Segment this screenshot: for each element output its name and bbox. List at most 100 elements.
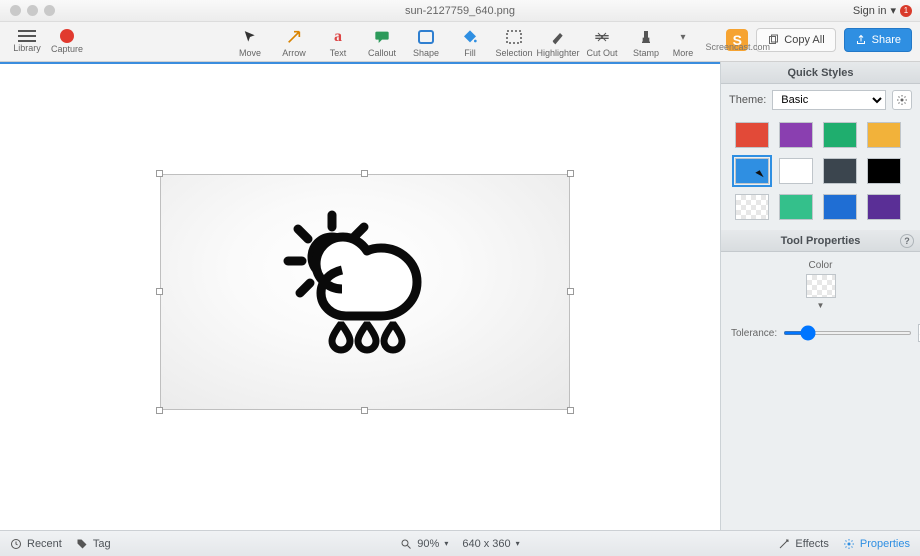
- selection-icon: [505, 28, 523, 46]
- tool-label: Cut Out: [586, 48, 617, 58]
- swatch-blue[interactable]: [823, 194, 857, 220]
- tool-label: Highlighter: [536, 48, 579, 58]
- dimensions-control[interactable]: 640 x 360 ▾: [462, 538, 519, 550]
- tool-selection[interactable]: Selection: [492, 25, 536, 58]
- swatch-transparent[interactable]: [735, 194, 769, 220]
- capture-button[interactable]: Capture: [46, 29, 88, 54]
- theme-select[interactable]: Basic: [772, 90, 886, 110]
- resize-handle[interactable]: [156, 170, 163, 177]
- share-icon: [855, 34, 867, 46]
- color-swatches: [721, 116, 920, 230]
- effects-button[interactable]: Effects: [778, 538, 828, 550]
- library-label: Library: [13, 43, 41, 53]
- zoom-value: 90%: [417, 538, 439, 550]
- properties-button[interactable]: Properties: [843, 538, 910, 550]
- resize-handle[interactable]: [361, 170, 368, 177]
- properties-label: Properties: [860, 538, 910, 550]
- screencast-label: Screencast.com: [705, 42, 770, 52]
- resize-handle[interactable]: [156, 407, 163, 414]
- tool-more[interactable]: ▾ More: [668, 25, 698, 58]
- tool-label: Callout: [368, 48, 396, 58]
- quick-styles-title: Quick Styles: [721, 62, 920, 84]
- tool-label: Selection: [495, 48, 532, 58]
- chevron-down-icon[interactable]: ▼: [817, 301, 825, 310]
- right-panel: Quick Styles Theme: Basic Tool Propertie…: [720, 62, 920, 530]
- swatch-selected[interactable]: [735, 158, 769, 184]
- highlighter-icon: [549, 28, 567, 46]
- move-icon: [241, 28, 259, 46]
- fill-icon: [461, 28, 479, 46]
- resize-handle[interactable]: [156, 288, 163, 295]
- tool-move[interactable]: Move: [228, 25, 272, 58]
- chevron-down-icon: ▾: [444, 539, 448, 548]
- tool-label: Move: [239, 48, 261, 58]
- tool-label: Text: [330, 48, 347, 58]
- panel-title-label: Tool Properties: [781, 235, 861, 247]
- tool-label: More: [673, 48, 694, 58]
- color-picker[interactable]: [806, 274, 836, 298]
- swatch-darkgray[interactable]: [823, 158, 857, 184]
- resize-handle[interactable]: [567, 170, 574, 177]
- tolerance-slider[interactable]: [783, 331, 912, 335]
- dimensions-value: 640 x 360: [462, 538, 510, 550]
- capture-label: Capture: [51, 44, 83, 54]
- tool-label: Shape: [413, 48, 439, 58]
- share-button[interactable]: Share: [844, 28, 912, 52]
- tool-fill[interactable]: Fill: [448, 25, 492, 58]
- capture-icon: [60, 29, 74, 43]
- swatch-black[interactable]: [867, 158, 901, 184]
- copy-all-label: Copy All: [784, 34, 824, 46]
- tool-shape[interactable]: Shape: [404, 25, 448, 58]
- tool-label: Stamp: [633, 48, 659, 58]
- status-bar: Recent Tag 90% ▾ 640 x 360 ▾ Effects Pro…: [0, 530, 920, 556]
- callout-icon: [373, 28, 391, 46]
- swatch-purple[interactable]: [779, 122, 813, 148]
- swatch-yellow[interactable]: [867, 122, 901, 148]
- tool-cutout[interactable]: Cut Out: [580, 25, 624, 58]
- theme-label: Theme:: [729, 94, 766, 106]
- workspace: [0, 62, 720, 530]
- resize-handle[interactable]: [361, 407, 368, 414]
- swatch-teal[interactable]: [779, 194, 813, 220]
- stamp-icon: [637, 28, 655, 46]
- notification-badge: 1: [900, 5, 912, 17]
- sign-in-label: Sign in: [853, 5, 887, 17]
- library-icon: [18, 30, 36, 42]
- resize-handle[interactable]: [567, 288, 574, 295]
- wand-icon: [778, 538, 790, 550]
- toolbar: Library Capture Move Arrow a Text Callou…: [0, 22, 920, 62]
- zoom-control[interactable]: 90% ▾: [400, 538, 448, 550]
- magnifier-icon: [400, 538, 412, 550]
- canvas-image[interactable]: [160, 174, 570, 410]
- swatch-violet[interactable]: [867, 194, 901, 220]
- tool-properties-title: Tool Properties ?: [721, 230, 920, 252]
- gear-icon: [843, 538, 855, 550]
- tool-text[interactable]: a Text: [316, 25, 360, 58]
- tool-callout[interactable]: Callout: [360, 25, 404, 58]
- swatch-green[interactable]: [823, 122, 857, 148]
- document-title: sun-2127759_640.png: [0, 5, 920, 17]
- resize-handle[interactable]: [567, 407, 574, 414]
- weather-icon: [270, 197, 460, 367]
- titlebar: sun-2127759_640.png Sign in ▾ 1: [0, 0, 920, 22]
- color-label: Color: [809, 260, 833, 271]
- tool-highlighter[interactable]: Highlighter: [536, 25, 580, 58]
- chevron-down-icon: ▾: [890, 4, 896, 17]
- tolerance-label: Tolerance:: [731, 328, 777, 339]
- text-icon: a: [329, 28, 347, 46]
- canvas-selection[interactable]: [160, 174, 570, 410]
- swatch-white[interactable]: [779, 158, 813, 184]
- help-icon[interactable]: ?: [900, 234, 914, 248]
- tool-stamp[interactable]: Stamp: [624, 25, 668, 58]
- effects-label: Effects: [795, 538, 828, 550]
- chevron-down-icon: ▾: [516, 539, 520, 548]
- shape-icon: [417, 28, 435, 46]
- swatch-red[interactable]: [735, 122, 769, 148]
- panel-title-label: Quick Styles: [787, 67, 853, 79]
- sign-in-menu[interactable]: Sign in ▾ 1: [853, 4, 912, 17]
- gear-icon: [896, 94, 908, 106]
- library-button[interactable]: Library: [8, 30, 46, 53]
- arrow-icon: [285, 28, 303, 46]
- theme-settings-button[interactable]: [892, 90, 912, 110]
- tool-arrow[interactable]: Arrow: [272, 25, 316, 58]
